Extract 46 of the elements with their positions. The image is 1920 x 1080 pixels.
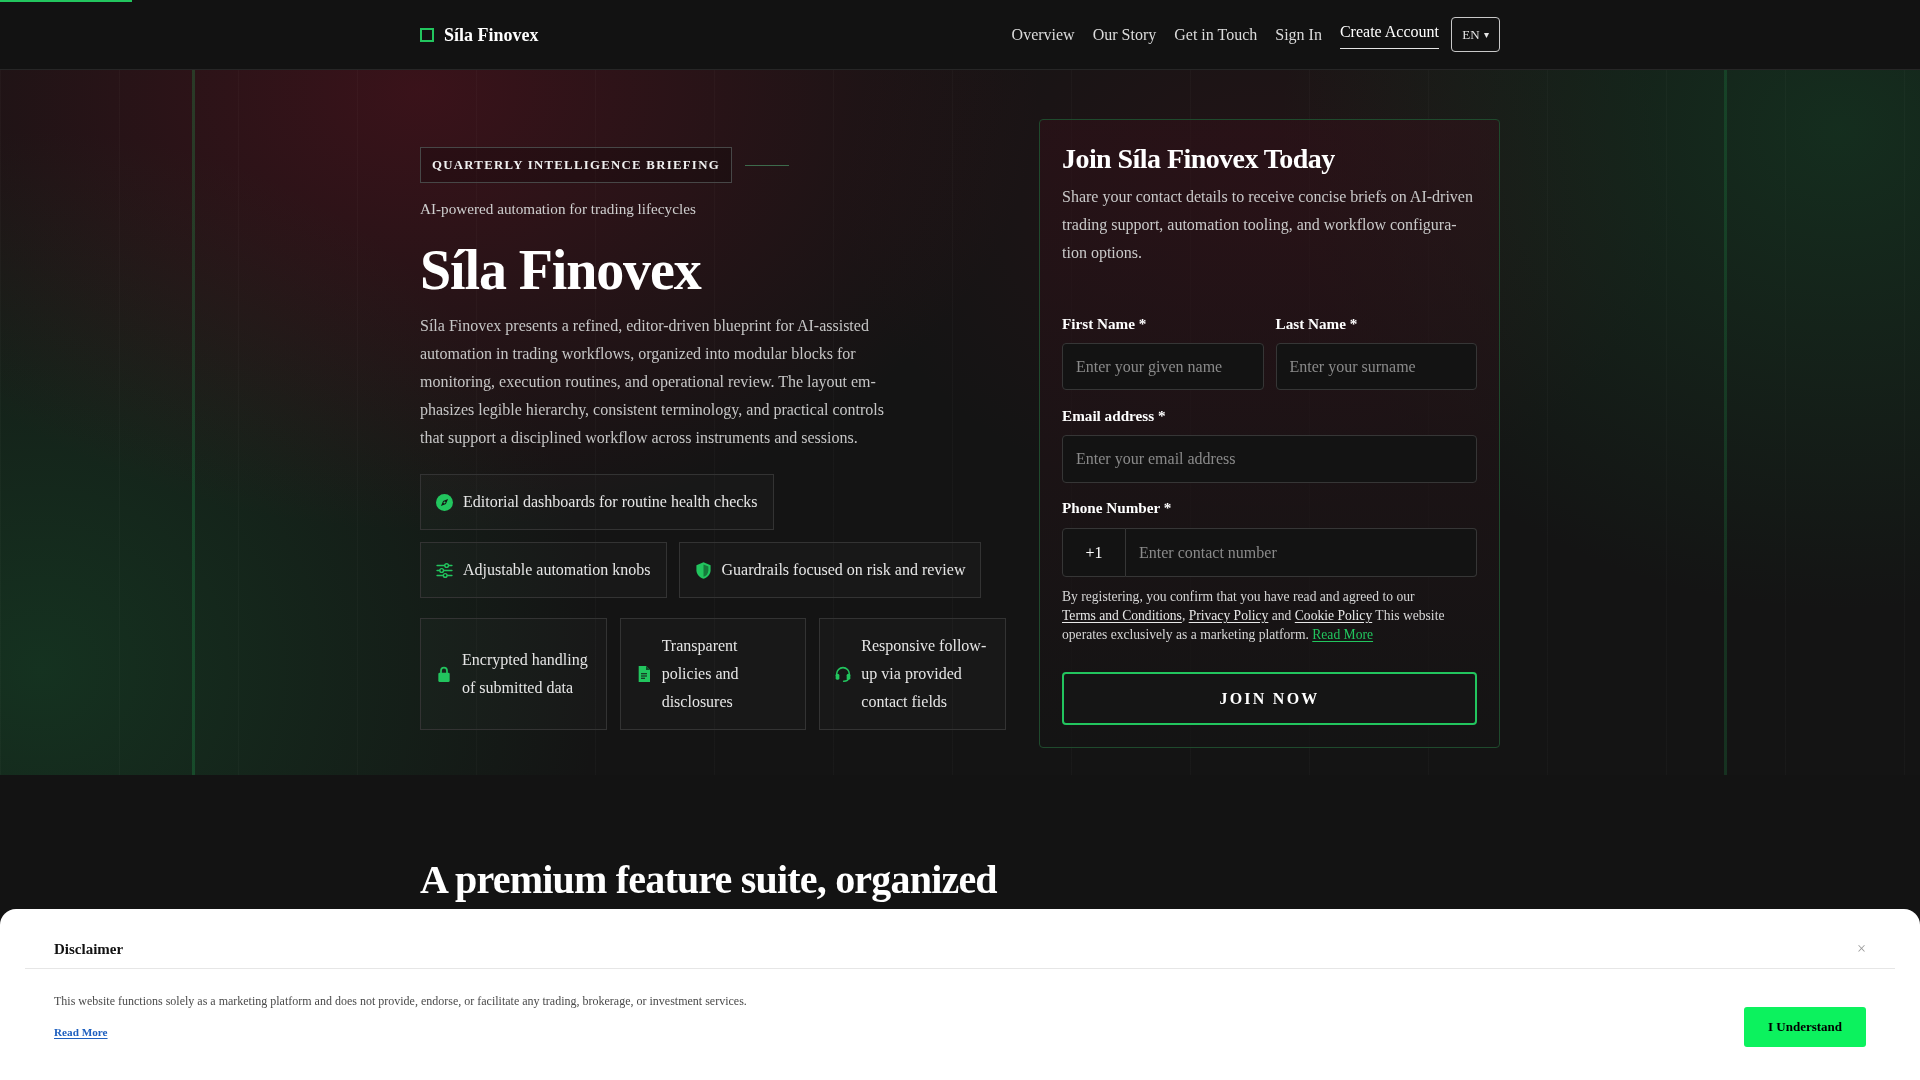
feature-text: Editorial dashboards for routine health checks xyxy=(463,492,758,512)
lock-icon xyxy=(436,666,452,682)
field-label: Email address * xyxy=(1062,406,1167,426)
policy-link[interactable]: Cookie Policy xyxy=(1294,608,1373,623)
nav-link[interactable]: Overview xyxy=(1011,22,1075,47)
feature-text: Transparent policies and disclosures xyxy=(661,636,740,712)
phone-input-field[interactable]: Enter contact number xyxy=(1126,528,1477,577)
policy-link[interactable]: Terms and Conditions xyxy=(1062,608,1182,623)
section-heading: A premium feature suite, organized xyxy=(420,856,998,904)
compass-icon xyxy=(436,493,453,511)
nav-link[interactable]: Get in Touch xyxy=(1174,22,1258,47)
square-logo-icon xyxy=(420,27,434,42)
feature-text: Adjustable automation knobs xyxy=(463,560,651,581)
disclaimer-title: Disclaimer xyxy=(54,940,124,959)
section-badge: QUARTERLY INTELLIGENCE BRIEFING xyxy=(420,147,732,183)
feature-text: Encrypted handling of submitted data xyxy=(462,650,589,698)
hero-tagline: AI-powered automation for trading lifecycles xyxy=(420,199,696,219)
consent-text: By registering, you confirm that you have read and agreed to our Terms and Conditions, Privacy Policy and Cookie Policy This website operates exclusively as a marketing platform. Read More xyxy=(1062,588,1446,644)
field-label: Phone Number * xyxy=(1062,498,1173,518)
phone-prefix: +1 xyxy=(1062,528,1126,577)
hero-title: Síla Finovex xyxy=(420,239,701,301)
feature-text: Guardrails focused on risk and review xyxy=(721,560,966,580)
field-label: Last Name * xyxy=(1275,314,1359,334)
feature-text: Responsive follow-up via provided contact fields xyxy=(861,636,988,712)
brand-link[interactable]: Síla Finovex xyxy=(420,22,539,47)
disclaimer-text: This website functions solely as a marketing platform and does not provide, endorse, or facilitate any trading, brokerage, or investment services. xyxy=(54,993,747,1010)
policy-link[interactable]: Privacy Policy xyxy=(1188,608,1269,623)
sliders-icon xyxy=(436,561,453,579)
text-input-field[interactable]: Enter your surname xyxy=(1275,343,1477,390)
nav-link[interactable]: Our Story xyxy=(1092,22,1157,47)
form-description: Share your contact details to receive concise briefs on AI-driven trading support, automation tooling, and workflow configura-tion options. xyxy=(1062,187,1474,264)
read-more-link[interactable]: Read More xyxy=(54,1024,108,1040)
caret-icon: ▾ xyxy=(1483,26,1489,43)
form-title: Join Síla Finovex Today xyxy=(1062,142,1336,176)
read-more-link[interactable]: Read More xyxy=(1312,627,1374,642)
nav-link[interactable]: Sign In xyxy=(1275,22,1322,47)
hero-description: Síla Finovex presents a refined, editor-driven blueprint for AI-assisted automation in trading workflows, organized into modular blocks for monitoring, execution routines, and operational review. The layout em-phasizes legible hierarchy, consistent terminology, and practical controls that support a disciplined workflow across instruments and sessions. xyxy=(420,316,885,449)
headset-icon xyxy=(835,666,852,682)
email-input-field[interactable]: Enter your email address xyxy=(1062,435,1477,483)
language-selector[interactable]: EN ▾ xyxy=(1451,17,1500,52)
field-label: First Name * xyxy=(1062,314,1148,334)
understand-button[interactable]: I Understand xyxy=(1744,1007,1866,1047)
join-button[interactable]: JOIN NOW xyxy=(1062,672,1477,725)
shield-icon xyxy=(694,561,712,579)
text-input-field[interactable]: Enter your given name xyxy=(1062,343,1264,390)
nav-link[interactable]: Create Account xyxy=(1339,20,1439,49)
